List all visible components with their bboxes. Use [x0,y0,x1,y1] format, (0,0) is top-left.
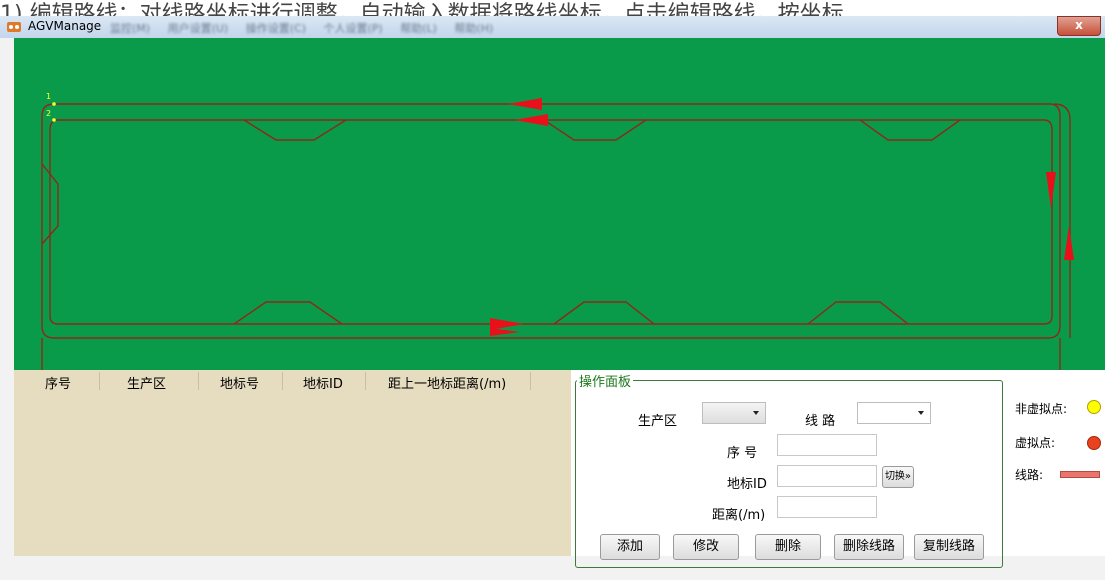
track-bottom-bump-1 [233,301,343,325]
arrow-top-1 [508,98,542,110]
track-bottom-bump-3 [807,301,909,325]
menu-item-help-h[interactable]: 帮助(H) [454,22,493,35]
col-landmark-no[interactable]: 地标号 [220,373,259,392]
col-seq[interactable]: 序号 [45,373,71,392]
switch-button[interactable]: 切换» [882,466,914,488]
arrow-right-down [1046,172,1056,208]
menu-item-user-settings[interactable]: 用户设置(U) [168,22,229,35]
track-right-outer [1053,103,1071,338]
menu-item-operation-settings[interactable]: 操作设置(C) [246,22,306,35]
track-top-bump-2 [543,119,647,141]
col-sep [530,372,531,390]
app-icon [7,22,21,32]
table-header: 序号 生产区 地标号 地标ID 距上一地标距离(/m) [14,370,571,392]
landmark-id-label: 地标ID [727,477,767,492]
line-label: 线 路 [805,414,836,429]
col-distance[interactable]: 距上一地标距离(/m) [388,373,506,392]
production-area-select[interactable] [702,402,766,424]
panel-title: 操作面板 [577,371,634,390]
left-edge [0,38,14,580]
menu-item-monitor[interactable]: 监控(M) [110,22,150,35]
legend-non-virtual-label: 非虚拟点: [1015,402,1068,416]
col-sep [365,372,366,390]
track-bottom-bump-2 [553,301,655,325]
track-map[interactable]: 1 2 [14,38,1105,370]
legend-line-swatch [1060,471,1100,478]
close-button[interactable]: x [1057,16,1101,36]
window-title: AGVManage [28,19,102,33]
arrow-right-up [1064,226,1074,260]
arrow-top-2 [514,114,548,126]
col-landmark-id[interactable]: 地标ID [303,373,343,392]
marker-label-2: 2 [46,109,51,118]
add-button[interactable]: 添加 [600,534,660,560]
col-sep [99,372,100,390]
distance-input[interactable] [777,496,877,518]
cropped-caption: 1) 编辑路线：对线路坐标进行调整，自动输入数据将路线坐标，点击编辑路线，按坐标 [0,0,1105,16]
landmark-table[interactable]: 序号 生产区 地标号 地标ID 距上一地标距离(/m) [14,370,571,556]
chevron-down-icon [753,411,759,415]
track-top-bump-3 [859,119,961,141]
chevron-down-icon [918,411,924,415]
legend-virtual-dot [1087,436,1101,450]
modify-button[interactable]: 修改 [673,534,739,560]
landmark-id-input[interactable] [777,465,877,487]
legend-line-label: 线路: [1015,468,1044,482]
line-select[interactable] [857,402,931,424]
menu-item-personal-settings[interactable]: 个人设置(P) [323,22,382,35]
arrow-bottom-1 [490,318,524,330]
col-sep [198,372,199,390]
track-inner-loop [49,119,1053,325]
legend-virtual-label: 虚拟点: [1015,436,1056,450]
col-area[interactable]: 生产区 [127,373,166,392]
delete-button[interactable]: 删除 [755,534,821,560]
arrow-bottom-2 [490,328,520,336]
copy-line-button[interactable]: 复制线路 [914,534,984,560]
caption-text: 1) 编辑路线：对线路坐标进行调整，自动输入数据将路线坐标，点击编辑路线，按坐标 [0,2,844,16]
track-top-bump-1 [243,119,347,141]
delete-line-button[interactable]: 删除线路 [834,534,904,560]
close-icon: x [1075,18,1083,32]
seq-label: 序 号 [727,446,758,461]
track-outer-loop [41,103,1061,339]
production-area-label: 生产区 [638,414,678,429]
title-bar: AGVManage 监控(M) 用户设置(U) 操作设置(C) 个人设置(P) … [0,16,1105,39]
marker-2 [52,118,56,122]
distance-label: 距离(/m) [712,508,766,523]
track-map-svg: 1 2 [41,92,1074,370]
marker-1 [52,102,56,106]
marker-label-1: 1 [46,92,51,101]
menu-item-help-l[interactable]: 帮助(L) [400,22,437,35]
col-sep [282,372,283,390]
seq-input[interactable] [777,434,877,456]
legend-non-virtual-dot [1087,400,1101,414]
menu-bar: 监控(M) 用户设置(U) 操作设置(C) 个人设置(P) 帮助(L) 帮助(H… [110,20,507,36]
